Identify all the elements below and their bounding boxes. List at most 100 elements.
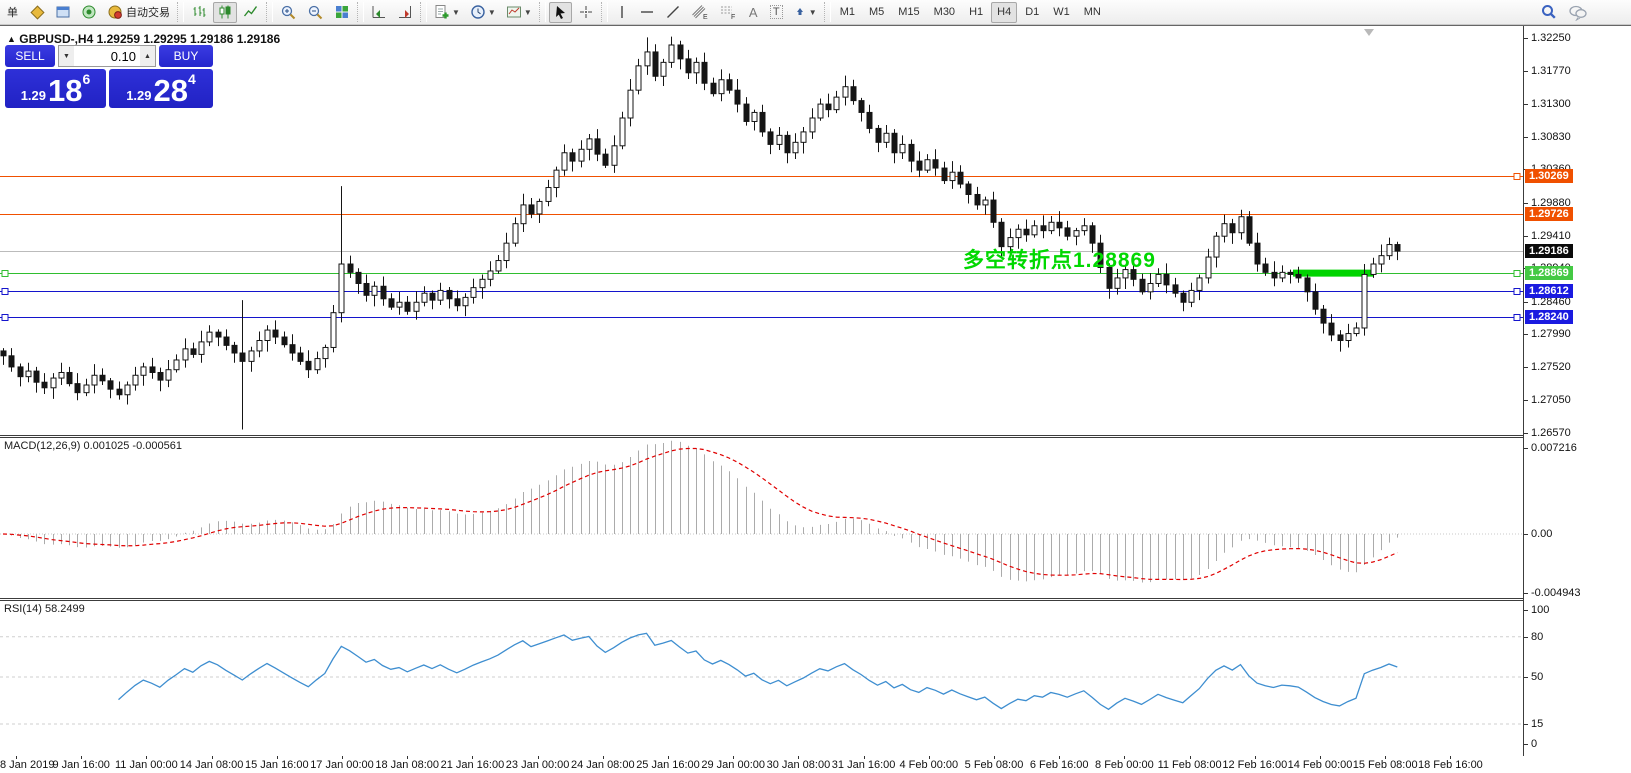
text-label-button[interactable]: T (766, 2, 787, 23)
fibo-glyph: F (731, 14, 735, 21)
price-tick-1.31300: 1.31300 (1531, 98, 1571, 110)
bar-chart-button[interactable] (187, 2, 211, 23)
vertical-line-button[interactable] (611, 2, 633, 23)
level-lines (0, 174, 1523, 321)
pane-divider[interactable] (0, 435, 1631, 438)
rsi-chart (0, 601, 1523, 756)
chart-shift-button[interactable] (393, 2, 417, 23)
arrows-button[interactable]: ▼ (789, 2, 821, 23)
level-handle (1514, 315, 1520, 321)
chart-annotation-text[interactable]: 多空转折点1.28869 (963, 244, 1156, 274)
zoom-in-icon (280, 4, 297, 21)
new-order-button[interactable]: 单 (2, 2, 23, 23)
level-price-badge: 1.28869 (1525, 266, 1573, 280)
cursor-button[interactable] (549, 2, 572, 23)
timeframe-button-M15[interactable]: M15 (892, 2, 925, 23)
level-line-1.30269[interactable] (0, 174, 1523, 180)
rsi-tick-15: 15 (1531, 718, 1543, 730)
crosshair-button[interactable] (574, 2, 598, 23)
pane-divider[interactable] (0, 598, 1631, 601)
text-button[interactable]: A (743, 2, 764, 23)
timeframe-button-D1[interactable]: D1 (1019, 2, 1045, 23)
new-order-label: 单 (7, 4, 18, 20)
price-tick-1.26570: 1.26570 (1531, 427, 1571, 439)
rsi-pane[interactable]: RSI(14) 58.2499 (0, 601, 1523, 756)
candlestick-chart[interactable] (0, 26, 1523, 435)
zoom-out-button[interactable] (303, 2, 328, 23)
time-axis[interactable]: 8 Jan 20199 Jan 16:0011 Jan 00:0014 Jan … (0, 756, 1631, 773)
time-label: 23 Jan 00:00 (506, 759, 570, 771)
volume-decrease-button[interactable]: ▼ (59, 46, 74, 66)
autotrading-button[interactable]: 自动交易 (103, 2, 174, 23)
indicators-button[interactable]: ▼ (430, 2, 464, 23)
level-price-badge: 1.30269 (1525, 169, 1573, 183)
zoom-out-icon (307, 4, 324, 21)
macd-tick-0.007216: 0.007216 (1531, 442, 1577, 454)
price-tick-1.32250: 1.32250 (1531, 32, 1571, 44)
price-tick-1.27050: 1.27050 (1531, 394, 1571, 406)
macd-tick-0.00: 0.00 (1531, 528, 1552, 540)
navigator-icon[interactable] (77, 2, 101, 23)
timeframe-button-M5[interactable]: M5 (863, 2, 890, 23)
dropdown-caret-icon: ▼ (452, 8, 460, 17)
sell-button[interactable]: SELL (5, 45, 55, 67)
toolbar-separator (420, 2, 427, 22)
vertical-line-icon (615, 4, 629, 20)
level-line-1.28612[interactable] (0, 289, 1523, 295)
macd-pane[interactable]: MACD(12,26,9) 0.001025 -0.000561 (0, 438, 1523, 598)
price-tick-1.30830: 1.30830 (1531, 131, 1571, 143)
periods-button[interactable]: ▼ (466, 2, 500, 23)
toolbar-separator (266, 2, 273, 22)
symbol-dropdown-marker[interactable]: ▲ (7, 34, 16, 44)
horizontal-line-button[interactable] (635, 2, 659, 23)
level-handle (2, 289, 8, 295)
buy-price-button[interactable]: 1.29284 (109, 69, 213, 108)
equidistant-channel-button[interactable]: E (687, 2, 713, 23)
toolbar-separator (824, 2, 831, 22)
line-chart-button[interactable] (239, 2, 263, 23)
volume-increase-button[interactable]: ▲ (140, 46, 155, 66)
time-label: 30 Jan 08:00 (767, 759, 831, 771)
sell-price-big: 18 (48, 77, 82, 105)
sell-price-button[interactable]: 1.29186 (5, 69, 106, 108)
fibonacci-button[interactable]: F (715, 2, 741, 23)
timeframe-button-H4[interactable]: H4 (991, 2, 1017, 23)
price-axis[interactable]: 1.322501.317701.313001.308301.303601.298… (1523, 26, 1631, 756)
data-window-icon[interactable] (51, 2, 75, 23)
auto-scroll-button[interactable] (367, 2, 391, 23)
price-tick-1.27520: 1.27520 (1531, 361, 1571, 373)
horizontal-line-icon (639, 5, 655, 19)
toolbar: 单 自动交易 ▼ ▼ ▼ E F A T ▼ M1M (0, 0, 1631, 25)
auto-scroll-icon (371, 4, 387, 20)
toolbar-separator (601, 2, 608, 22)
price-tick-1.31770: 1.31770 (1531, 65, 1571, 77)
rsi-tick-80: 80 (1531, 631, 1543, 643)
time-label: 15 Jan 16:00 (245, 759, 309, 771)
buy-button[interactable]: BUY (159, 45, 213, 67)
chart-shift-marker-icon[interactable] (1364, 29, 1374, 36)
timeframe-button-M1[interactable]: M1 (834, 2, 861, 23)
arrow-tool-icon (793, 5, 807, 20)
zoom-in-button[interactable] (276, 2, 301, 23)
main-price-pane[interactable]: ▲ GBPUSD-,H4 1.29259 1.29295 1.29186 1.2… (0, 26, 1523, 435)
dropdown-caret-icon: ▼ (809, 8, 817, 17)
level-price-badge: 1.28612 (1525, 284, 1573, 298)
time-label: 6 Feb 16:00 (1030, 759, 1089, 771)
timeframe-button-W1[interactable]: W1 (1047, 2, 1076, 23)
timeframe-button-M30[interactable]: M30 (928, 2, 961, 23)
label-tool-glyph: T (770, 5, 783, 19)
market-watch-icon[interactable] (25, 2, 49, 23)
templates-button[interactable]: ▼ (502, 2, 536, 23)
volume-input[interactable] (74, 46, 140, 66)
chart-title-text: GBPUSD-,H4 1.29259 1.29295 1.29186 1.291… (19, 32, 280, 46)
candlestick-chart-button[interactable] (213, 2, 237, 23)
chat-button[interactable] (1564, 2, 1592, 23)
macd-signal-line (3, 449, 1397, 580)
level-line-1.28240[interactable] (0, 315, 1523, 321)
search-button[interactable] (1536, 2, 1562, 23)
timeframe-button-H1[interactable]: H1 (963, 2, 989, 23)
level-handle (1514, 271, 1520, 277)
tile-windows-button[interactable] (330, 2, 354, 23)
trendline-button[interactable] (661, 2, 685, 23)
timeframe-button-MN[interactable]: MN (1078, 2, 1107, 23)
